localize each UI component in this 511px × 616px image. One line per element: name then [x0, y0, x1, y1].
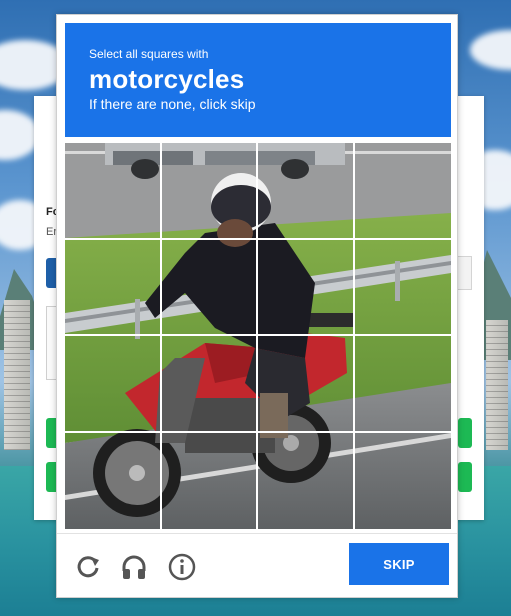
captcha-hint: If there are none, click skip	[89, 96, 256, 112]
captcha-instruction: Select all squares with	[89, 47, 209, 61]
tile-r3c3[interactable]	[258, 336, 355, 433]
building	[486, 320, 508, 450]
tile-r2c3[interactable]	[258, 239, 355, 336]
tile-r4c1[interactable]	[65, 432, 162, 529]
tile-grid	[65, 143, 451, 529]
tile-r1c2[interactable]	[161, 143, 258, 240]
headphones-icon[interactable]	[119, 552, 149, 582]
tile-r1c3[interactable]	[258, 143, 355, 240]
captcha-footer: SKIP	[57, 533, 457, 597]
form-input-right[interactable]	[456, 256, 472, 290]
tile-r2c4[interactable]	[354, 240, 451, 336]
tile-r1c1[interactable]	[65, 143, 162, 240]
tile-r1c4[interactable]	[354, 143, 451, 240]
form-button-right-2[interactable]	[458, 462, 472, 492]
captcha-header: Select all squares with motorcycles If t…	[65, 23, 451, 137]
cloud	[470, 30, 511, 70]
form-button-right-1[interactable]	[458, 418, 472, 448]
tile-r4c2[interactable]	[162, 432, 258, 529]
captcha-target: motorcycles	[89, 64, 245, 94]
captcha-image-grid	[65, 143, 451, 529]
reload-icon[interactable]	[73, 552, 103, 582]
tile-r4c3[interactable]	[258, 432, 355, 529]
tile-r3c4[interactable]	[354, 336, 451, 433]
tile-r2c1[interactable]	[65, 239, 162, 336]
building	[4, 300, 30, 450]
info-icon[interactable]	[167, 552, 197, 582]
tile-r4c4[interactable]	[355, 433, 452, 530]
tile-r3c2[interactable]	[161, 336, 258, 433]
captcha-dialog: Select all squares with motorcycles If t…	[56, 14, 458, 598]
tile-r2c2[interactable]	[161, 239, 258, 336]
skip-button[interactable]: SKIP	[349, 543, 449, 585]
tile-r3c1[interactable]	[65, 336, 162, 433]
